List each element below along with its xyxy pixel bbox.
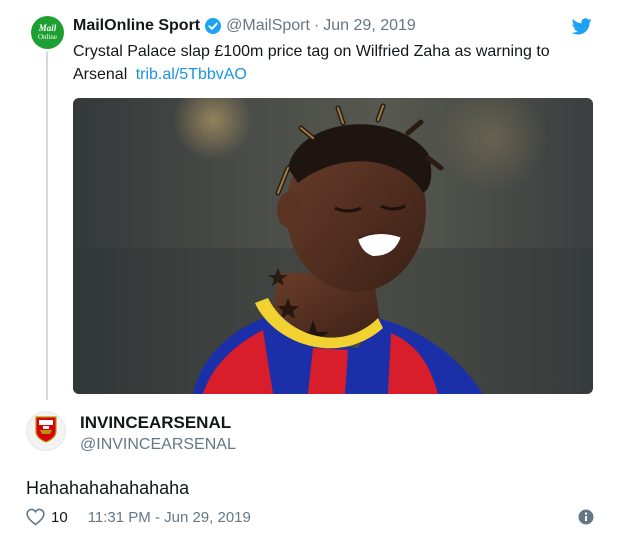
reply-tweet-text: Hahahahahahahaha — [26, 478, 190, 498]
tweet-screenshot: Mail Online MailOnline Sport @MailSport … — [0, 0, 620, 538]
header-separator: · — [313, 17, 320, 34]
reply-author-name[interactable]: INVINCEARSENAL — [80, 413, 231, 433]
reply-timestamp[interactable]: 11:31 PM - Jun 29, 2019 — [88, 509, 251, 526]
quoted-author-name[interactable]: MailOnline Sport — [73, 17, 200, 35]
like-count: 10 — [51, 508, 68, 526]
reply-tweet-footer: 10 11:31 PM - Jun 29, 2019 — [26, 507, 594, 527]
article-link[interactable]: trib.al/5TbbvAO — [136, 66, 247, 83]
twitter-bird-icon[interactable] — [571, 18, 592, 35]
quoted-tweet-text: Crystal Palace slap £100m price tag on W… — [73, 43, 550, 83]
heart-icon[interactable] — [26, 508, 45, 526]
verified-icon — [205, 18, 222, 34]
invincearsenal-avatar[interactable] — [26, 411, 66, 451]
mailonline-avatar[interactable]: Mail Online — [31, 16, 64, 49]
info-icon[interactable] — [578, 509, 594, 525]
quoted-tweet-header: MailOnline Sport @MailSport · Jun 29, 20… — [73, 16, 416, 36]
quoted-author-handle[interactable]: @MailSport — [226, 17, 310, 35]
reply-author-handle[interactable]: @INVINCEARSENAL — [80, 436, 236, 454]
thread-line — [46, 52, 48, 400]
quoted-tweet-date[interactable]: Jun 29, 2019 — [323, 17, 416, 35]
arsenal-crest-icon — [34, 415, 58, 448]
tweet-photo[interactable] — [73, 98, 593, 394]
